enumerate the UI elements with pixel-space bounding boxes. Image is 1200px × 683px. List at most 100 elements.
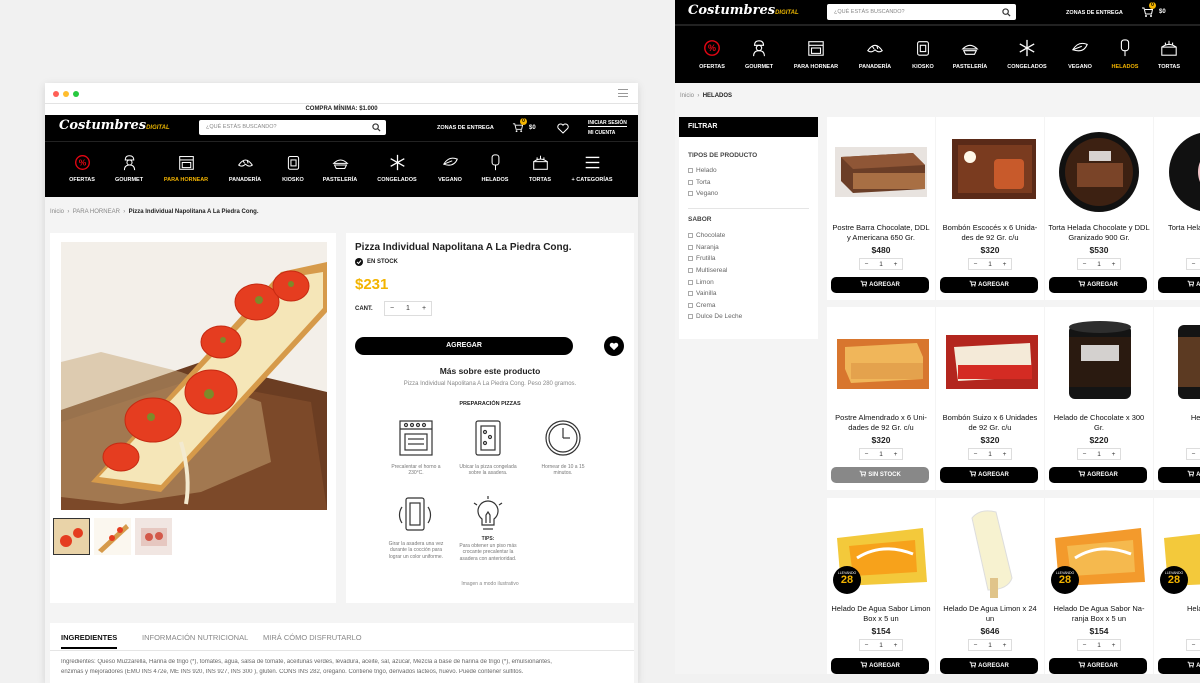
qty-value[interactable]: 1 [875,451,888,458]
qty-minus-button[interactable]: − [1078,451,1091,458]
quantity-stepper[interactable]: −1+ [1077,448,1121,460]
checkbox[interactable] [688,244,693,250]
qty-value[interactable]: 1 [984,261,997,268]
add-to-cart-button[interactable]: AGREGAR [940,658,1038,674]
add-to-cart-button[interactable]: AGREGAR [1049,277,1147,293]
product-card[interactable]: Helado De Agua Limon x 24 un $646 −1 + AGREG… [936,498,1044,674]
add-to-cart-button[interactable]: AGREGAR [831,277,929,293]
category-tortas[interactable]: TORTAS [510,154,570,183]
close-dot-icon[interactable] [53,91,59,97]
filter-option-torta[interactable]: Torta [688,177,808,189]
search-bar-right[interactable]: ¿QUÉ ESTÁS BUSCANDO? [827,4,1016,20]
quantity-stepper[interactable]: −1+ [859,258,903,270]
product-main-image[interactable] [61,242,327,510]
product-name[interactable]: Helado de [1157,413,1200,423]
qty-minus-button[interactable]: − [1187,261,1200,268]
checkbox[interactable] [688,179,693,185]
filter-option-chocolate[interactable]: Chocolate [688,230,808,242]
filter-option-multisereal[interactable]: Multisereal [688,265,808,277]
qty-minus-button[interactable]: − [1187,451,1200,458]
product-name[interactable]: Postre Almendrado x 6 Uni-dades de 92 Gr… [830,413,932,433]
quantity-stepper[interactable]: −1+ [1186,448,1200,460]
qty-plus-button[interactable]: + [889,451,902,458]
product-image[interactable] [1154,307,1200,407]
minimize-dot-icon[interactable] [63,91,69,97]
thumbnail-1[interactable] [53,518,90,555]
product-image[interactable] [936,117,1044,217]
category-tortas[interactable]: TORTAS [1139,39,1199,70]
quantity-stepper[interactable]: −1+ [1186,258,1200,270]
quantity-stepper[interactable]: −1+ [968,448,1012,460]
product-card[interactable]: Postre Almendrado x 6 Uni-dades de 92 Gr… [827,307,935,490]
filter-option-vegano[interactable]: Vegano [688,188,808,200]
filter-option-dulce-de-leche[interactable]: Dulce De Leche [688,311,808,323]
qty-plus-button[interactable]: + [998,451,1011,458]
qty-plus-button[interactable]: + [1107,261,1120,268]
qty-minus-button[interactable]: − [1187,642,1200,649]
qty-minus-button[interactable]: − [860,261,873,268]
checkbox[interactable] [688,268,693,274]
category-congelados[interactable]: CONGELADOS [997,39,1057,70]
wishlist-button[interactable] [604,336,624,356]
checkbox[interactable] [688,302,693,308]
quantity-stepper[interactable]: −1+ [1077,258,1121,270]
qty-plus-button[interactable]: + [889,261,902,268]
product-image[interactable] [827,117,935,217]
filter-option-crema[interactable]: Crema [688,300,808,312]
qty-minus-button[interactable]: − [969,261,982,268]
category-congelados[interactable]: CONGELADOS [367,154,427,183]
product-card[interactable]: Helado de −1+ AGREGAR [1154,307,1200,490]
login-link[interactable]: INICIAR SESIÓN [588,120,627,127]
product-card[interactable]: Postre Barra Chocolate, DDL y Americana … [827,117,935,300]
delivery-zones-link[interactable]: ZONAS DE ENTREGA [437,125,494,131]
search-icon[interactable] [372,123,381,132]
product-image[interactable] [827,307,935,407]
out-of-stock-button[interactable]: SIN STOCK [831,467,929,483]
checkbox[interactable] [688,233,693,239]
product-image[interactable] [1045,307,1153,407]
checkbox[interactable] [688,256,693,262]
site-logo[interactable]: CostumbresDIGITAL [59,118,170,133]
product-name[interactable]: Torta Helada Americana [1157,223,1200,233]
checkbox[interactable] [688,314,693,320]
browser-menu-icon[interactable] [618,89,628,97]
tab-ingredients[interactable]: INGREDIENTES [61,633,118,649]
product-card[interactable]: Bombón Escocés x 6 Unida-des de 92 Gr. c… [936,117,1044,300]
product-image[interactable] [936,307,1044,407]
search-icon[interactable] [1002,8,1011,17]
filter-option-naranja[interactable]: Naranja [688,242,808,254]
product-card[interactable]: LLEVANDO 28 Helado De Agua Sabor Na-ranja … [1045,498,1153,674]
product-card[interactable]: LLEVANDO 28 Helado De Agua Sabor Limon Box… [827,498,935,674]
product-card[interactable]: Torta Helada Chocolate y DDL Granizado 9… [1045,117,1153,300]
search-input-right[interactable]: ¿QUÉ ESTÁS BUSCANDO? [834,9,905,15]
quantity-stepper[interactable]: −1+ [859,448,903,460]
category-gourmet[interactable]: GOURMET [729,39,789,70]
qty-value[interactable]: 1 [984,642,997,649]
filter-option-vainilla[interactable]: Vainilla [688,288,808,300]
filter-option-frutilla[interactable]: Frutilla [688,253,808,265]
qty-minus-button[interactable]: − [860,451,873,458]
add-to-cart-button[interactable]: AGREGAR [1158,467,1200,483]
quantity-stepper[interactable]: −1+ [1077,639,1121,651]
add-to-cart-button[interactable]: AGREGAR [940,467,1038,483]
product-image[interactable] [1045,117,1153,217]
qty-minus-button[interactable]: − [385,305,399,312]
category-pasteler-a[interactable]: PASTELERÍA [310,154,370,183]
checkbox[interactable] [688,279,693,285]
quantity-stepper[interactable]: −1+ [968,639,1012,651]
qty-plus-button[interactable]: + [1107,642,1120,649]
qty-minus-button[interactable]: − [1078,261,1091,268]
account-link[interactable]: MI CUENTA [588,130,615,136]
qty-plus-button[interactable]: + [998,642,1011,649]
qty-minus-button[interactable]: − [860,642,873,649]
add-to-cart-button[interactable]: AGREGAR [831,658,929,674]
search-input[interactable]: ¿QUÉ ESTÁS BUSCANDO? [206,124,277,130]
tab-how-to-enjoy[interactable]: MIRÁ CÓMO DISFRUTARLO [263,633,362,642]
category-categor-as[interactable]: + CATEGORÍAS [562,154,622,183]
product-name[interactable]: Helado De Agua Sabor Na-ranja Box x 5 un [1048,604,1150,624]
maximize-dot-icon[interactable] [73,91,79,97]
product-name[interactable]: Bombón Suizo x 6 Unidades de 92 Gr. c/u [939,413,1041,433]
breadcrumb-home[interactable]: Inicio [50,209,64,215]
quantity-stepper[interactable]: −1+ [1186,639,1200,651]
product-name[interactable]: Bombón Escocés x 6 Unida-des de 92 Gr. c… [939,223,1041,243]
